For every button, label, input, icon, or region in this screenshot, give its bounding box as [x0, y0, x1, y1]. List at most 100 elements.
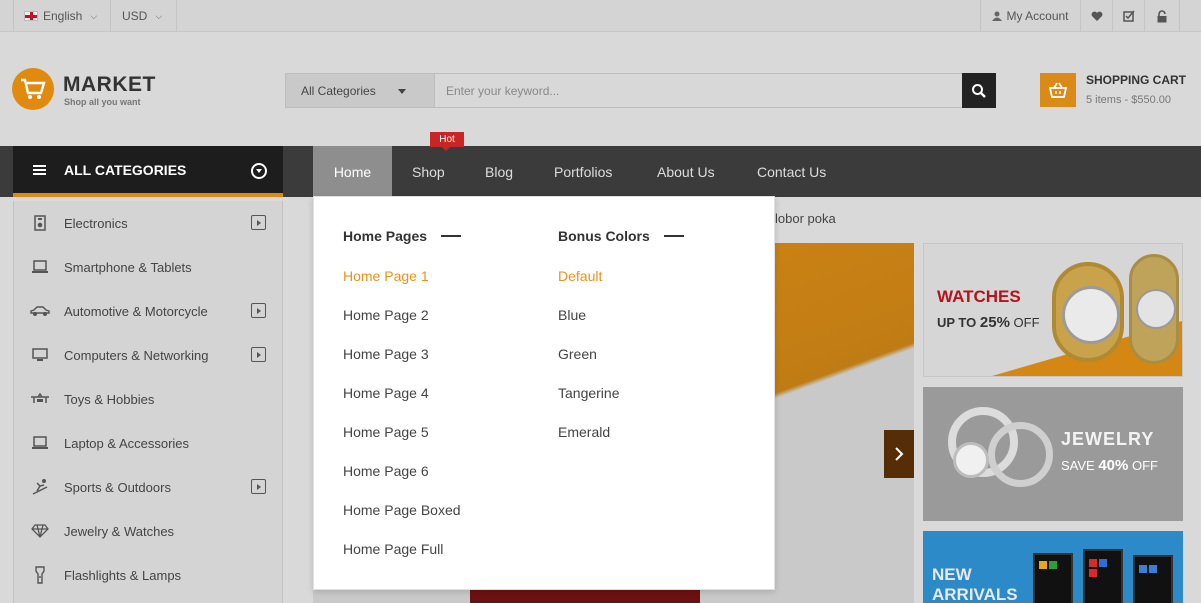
login-button[interactable] — [1144, 0, 1180, 32]
lock-icon — [1157, 9, 1167, 22]
cart-title[interactable]: SHOPPING CART — [1086, 73, 1186, 87]
nav-shop-label: Shop — [412, 163, 445, 180]
logo-title[interactable]: MARKET — [63, 73, 156, 97]
top-bar: English ⌵ USD ⌵ My Account — [0, 0, 1201, 32]
chevron-down-icon: ⌵ — [90, 10, 98, 21]
sidebar-item-sports-outdoors[interactable]: Sports & Outdoors — [14, 465, 282, 509]
chevron-right-icon[interactable] — [251, 215, 266, 230]
bonus-colors-title: Bonus Colors — [558, 228, 650, 244]
home-page-6-link[interactable]: Home Page 6 — [343, 463, 429, 479]
sidebar-item-jewelry-watches[interactable]: Jewelry & Watches — [14, 509, 282, 553]
chevron-down-icon: ⌵ — [155, 10, 163, 21]
home-page-1-link[interactable]: Home Page 1 — [343, 268, 429, 284]
banner-jewelry-pct: 40% — [1098, 457, 1129, 474]
checkout-button[interactable] — [1112, 0, 1144, 32]
search-placeholder: Enter your keyword... — [446, 83, 560, 98]
nav-shop[interactable]: Shop — [412, 146, 445, 197]
sidebar-item-laptop-accessories[interactable]: Laptop & Accessories — [14, 421, 282, 465]
phone-tile — [1139, 565, 1147, 573]
nav-contact-us[interactable]: Contact Us — [757, 146, 826, 197]
chevron-right-icon[interactable] — [251, 303, 266, 318]
all-categories-toggle[interactable]: ALL CATEGORIES — [13, 146, 283, 197]
banner-watches-pct: 25% — [979, 314, 1010, 331]
all-categories-label: ALL CATEGORIES — [64, 161, 187, 178]
nav-blog[interactable]: Blog — [485, 146, 513, 197]
laptop-icon — [30, 435, 50, 451]
banner-watches[interactable]: WATCHES UP TO 25% OFF — [923, 243, 1183, 377]
flashlight-icon — [30, 566, 50, 584]
watch-image — [1052, 262, 1124, 362]
speaker-icon — [30, 215, 50, 231]
phone-tile — [1089, 559, 1097, 567]
chevron-right-icon[interactable] — [251, 479, 266, 494]
nav-about-us[interactable]: About Us — [657, 146, 715, 197]
logo-icon[interactable] — [12, 68, 54, 110]
home-pages-title: Home Pages — [343, 228, 428, 244]
search-category-select[interactable]: All Categories — [285, 73, 435, 108]
wishlist-button[interactable] — [1080, 0, 1112, 32]
cart-summary: 5 items - $550.00 — [1086, 94, 1171, 106]
my-account-link[interactable]: My Account — [980, 0, 1080, 32]
banner-jewelry-sub: SAVE — [1061, 458, 1095, 473]
phone-image — [1133, 555, 1173, 603]
search-button[interactable] — [962, 73, 996, 108]
banner-watches-off: OFF — [1013, 315, 1040, 330]
menu-icon — [33, 164, 46, 175]
cart-button[interactable] — [1040, 73, 1076, 107]
home-pages-heading: Home Pages — [343, 228, 462, 244]
banner-jewelry-off: OFF — [1132, 458, 1158, 473]
color-blue-link[interactable]: Blue — [558, 307, 586, 323]
category-sidebar: Electronics Smartphone & Tablets Automot… — [13, 201, 283, 603]
ring-image — [988, 422, 1053, 487]
heading-dash — [663, 235, 684, 237]
language-label: English — [43, 9, 83, 23]
banner-jewelry[interactable]: JEWELRY SAVE 40% OFF — [923, 387, 1183, 521]
checkbox-icon — [1122, 10, 1135, 22]
currency-selector[interactable]: USD ⌵ — [111, 0, 177, 32]
sidebar-item-toys-hobbies[interactable]: Toys & Hobbies — [14, 377, 282, 421]
sidebar-item-label: Laptop & Accessories — [64, 435, 190, 451]
banner-watches-sub: UP TO — [937, 315, 977, 330]
home-page-boxed-link[interactable]: Home Page Boxed — [343, 502, 461, 518]
nav-home[interactable]: Home — [313, 146, 392, 197]
sidebar-item-label: Jewelry & Watches — [64, 523, 175, 539]
sidebar-item-smartphone-tablets[interactable]: Smartphone & Tablets — [14, 245, 282, 289]
home-page-full-link[interactable]: Home Page Full — [343, 541, 443, 557]
nav-portfolios[interactable]: Portfolios — [554, 146, 612, 197]
language-selector[interactable]: English ⌵ — [13, 0, 111, 32]
color-green-link[interactable]: Green — [558, 346, 597, 362]
banner-jewelry-offer: SAVE 40% OFF — [1061, 457, 1158, 474]
search-icon — [972, 83, 986, 98]
color-emerald-link[interactable]: Emerald — [558, 424, 610, 440]
gem-image — [953, 442, 989, 478]
home-page-2-link[interactable]: Home Page 2 — [343, 307, 429, 323]
sidebar-item-label: Flashlights & Lamps — [64, 567, 182, 583]
sidebar-item-electronics[interactable]: Electronics — [14, 201, 282, 245]
slider-next-button[interactable] — [884, 430, 914, 478]
sidebar-item-label: Computers & Networking — [64, 347, 209, 363]
laptop-icon — [30, 259, 50, 275]
banner-new-arrivals[interactable]: NEW ARRIVALS — [923, 531, 1183, 603]
sidebar-item-flashlights-lamps[interactable]: Flashlights & Lamps — [14, 553, 282, 597]
home-page-4-link[interactable]: Home Page 4 — [343, 385, 429, 401]
user-icon — [992, 11, 1003, 21]
home-page-3-link[interactable]: Home Page 3 — [343, 346, 429, 362]
sidebar-item-computers-networking[interactable]: Computers & Networking — [14, 333, 282, 377]
home-page-5-link[interactable]: Home Page 5 — [343, 424, 429, 440]
sidebar-item-automotive-motorcycle[interactable]: Automotive & Motorcycle — [14, 289, 282, 333]
search-input[interactable]: Enter your keyword... — [435, 73, 963, 108]
ski-icon — [30, 479, 50, 495]
currency-label: USD — [122, 9, 148, 23]
color-tangerine-link[interactable]: Tangerine — [558, 385, 620, 401]
sidebar-item-label: Electronics — [64, 215, 128, 231]
color-default-link[interactable]: Default — [558, 268, 602, 284]
banner-jewelry-title: JEWELRY — [1061, 429, 1155, 449]
banner-watches-offer: UP TO 25% OFF — [937, 314, 1040, 331]
monitor-icon — [30, 347, 50, 363]
chevron-right-icon — [895, 447, 904, 461]
heading-dash — [441, 235, 462, 237]
marquee-text: lobor poka — [775, 211, 836, 226]
hot-badge: Hot — [430, 132, 464, 151]
caret-down-icon — [398, 89, 406, 94]
chevron-right-icon[interactable] — [251, 347, 266, 362]
